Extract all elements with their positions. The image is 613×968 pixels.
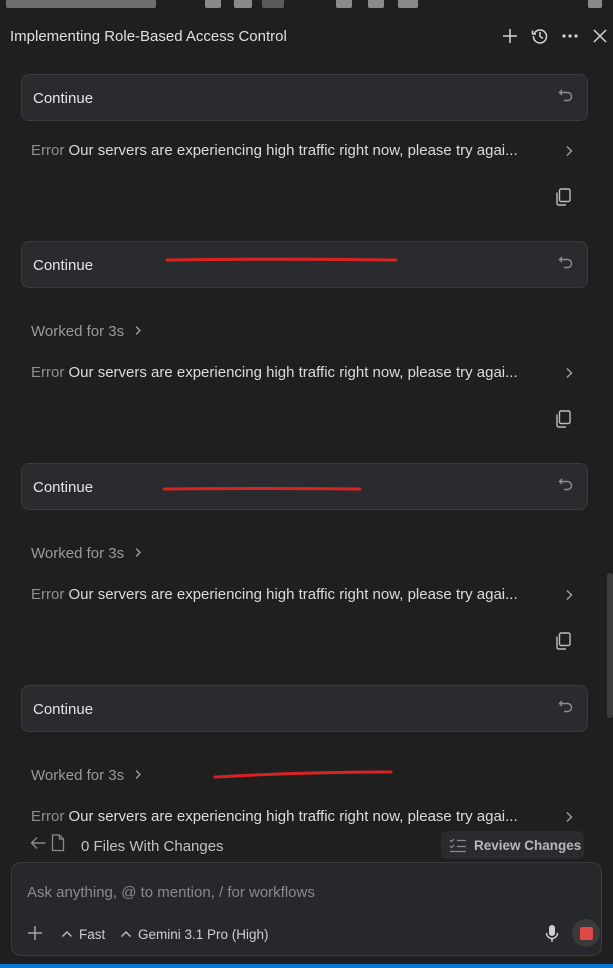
error-row[interactable]: Error Our servers are experiencing high …	[31, 586, 591, 608]
error-label: Error	[31, 364, 65, 381]
user-message[interactable]: Continue	[21, 74, 588, 121]
worked-duration-text: Worked for 3s	[31, 545, 125, 562]
chevron-up-icon	[62, 931, 72, 937]
top-toolbar-strip	[0, 0, 613, 16]
chevron-right-icon	[566, 368, 573, 378]
error-message: Our servers are experiencing high traffi…	[68, 586, 518, 603]
scrollbar-thumb[interactable]	[607, 573, 613, 718]
user-message-text: Continue	[33, 90, 94, 107]
error-row[interactable]: Error Our servers are experiencing high …	[31, 364, 591, 386]
worked-duration-text: Worked for 3s	[31, 323, 125, 340]
user-message-text: Continue	[33, 701, 94, 718]
plus-icon[interactable]	[27, 925, 43, 941]
copy-icon[interactable]	[555, 632, 571, 650]
chevron-right-icon	[566, 590, 573, 600]
undo-icon[interactable]	[558, 87, 574, 103]
worked-duration-toggle[interactable]: Worked for 3s	[31, 545, 142, 562]
undo-icon[interactable]	[558, 476, 574, 492]
chat-composer[interactable]: Ask anything, @ to mention, / for workfl…	[11, 862, 602, 956]
panel-header: Implementing Role-Based Access Control	[0, 16, 613, 58]
toolbar-fragment	[368, 0, 384, 8]
error-message: Our servers are experiencing high traffi…	[68, 808, 518, 825]
error-row[interactable]: Error Our servers are experiencing high …	[31, 808, 591, 830]
more-icon[interactable]	[559, 25, 581, 47]
error-message: Our servers are experiencing high traffi…	[68, 142, 518, 159]
chevron-right-icon	[566, 146, 573, 156]
plus-icon[interactable]	[499, 25, 521, 47]
stop-button[interactable]	[572, 919, 600, 947]
file-icon	[51, 834, 65, 852]
user-message-text: Continue	[33, 257, 94, 274]
review-list-icon	[449, 838, 466, 853]
mode-label: Fast	[79, 927, 106, 942]
undo-icon[interactable]	[558, 698, 574, 714]
model-label: Gemini 3.1 Pro (High)	[138, 927, 269, 942]
conversation-scroll[interactable]: Continue Error Our servers are experienc…	[0, 58, 613, 830]
back-arrow-icon[interactable]	[30, 836, 46, 850]
chevron-right-icon	[135, 770, 142, 779]
mode-selector[interactable]: Fast	[61, 927, 105, 942]
user-message[interactable]: Continue	[21, 241, 588, 288]
review-changes-label: Review Changes	[474, 838, 582, 853]
worked-duration-toggle[interactable]: Worked for 3s	[31, 323, 142, 340]
toolbar-fragment	[205, 0, 221, 8]
error-message: Our servers are experiencing high traffi…	[68, 364, 518, 381]
user-message[interactable]: Continue	[21, 463, 588, 510]
red-annotation-line	[213, 770, 393, 779]
error-row[interactable]: Error Our servers are experiencing high …	[31, 142, 591, 164]
error-label: Error	[31, 142, 65, 159]
history-icon[interactable]	[529, 25, 551, 47]
stop-icon	[580, 927, 593, 940]
conversation-title: Implementing Role-Based Access Control	[10, 28, 287, 45]
worked-duration-toggle[interactable]: Worked for 3s	[31, 767, 142, 784]
microphone-icon[interactable]	[545, 924, 559, 944]
toolbar-fragment	[234, 0, 252, 8]
undo-icon[interactable]	[558, 254, 574, 270]
chevron-right-icon	[566, 812, 573, 822]
copy-icon[interactable]	[555, 188, 571, 206]
chevron-right-icon	[135, 548, 142, 557]
files-changes-bar: 0 Files With Changes Review Changes	[0, 830, 613, 860]
toolbar-fragment	[262, 0, 284, 8]
review-changes-button[interactable]: Review Changes	[441, 831, 584, 859]
chevron-right-icon	[135, 326, 142, 335]
toolbar-fragment	[588, 0, 602, 8]
model-selector[interactable]: Gemini 3.1 Pro (High)	[120, 927, 269, 942]
files-changed-count: 0 Files With Changes	[81, 838, 224, 855]
toolbar-fragment	[6, 0, 156, 8]
status-accent-bar	[0, 964, 613, 968]
toolbar-fragment	[398, 0, 418, 8]
error-label: Error	[31, 586, 65, 603]
chevron-up-icon	[121, 931, 131, 937]
user-message[interactable]: Continue	[21, 685, 588, 732]
worked-duration-text: Worked for 3s	[31, 767, 125, 784]
toolbar-fragment	[336, 0, 352, 8]
user-message-text: Continue	[33, 479, 94, 496]
chat-input-placeholder[interactable]: Ask anything, @ to mention, / for workfl…	[27, 884, 315, 901]
error-label: Error	[31, 808, 65, 825]
copy-icon[interactable]	[555, 410, 571, 428]
close-icon[interactable]	[589, 25, 611, 47]
